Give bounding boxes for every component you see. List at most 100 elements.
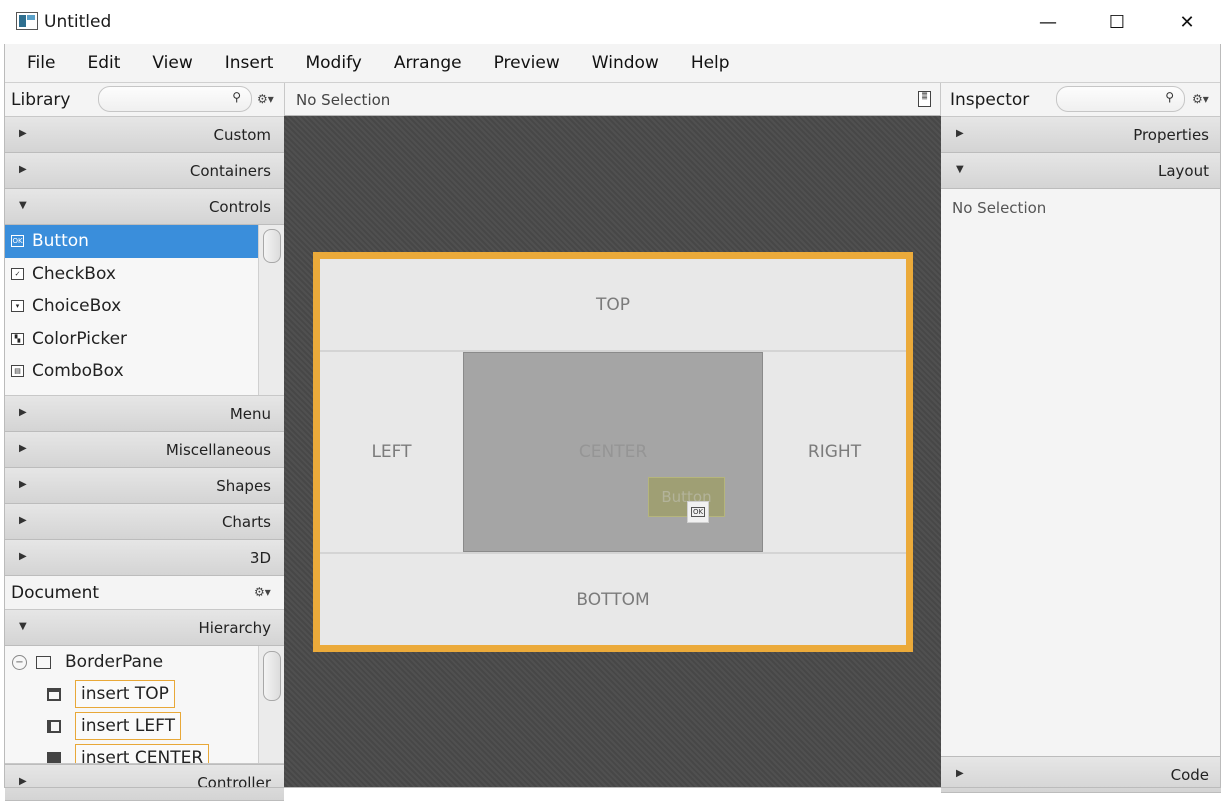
insert-top-label: insert TOP (75, 680, 175, 708)
section-hierarchy[interactable]: ▼ Hierarchy (5, 610, 284, 646)
section-label: Properties (1133, 126, 1209, 144)
region-left[interactable]: LEFT (320, 352, 463, 552)
section-menu[interactable]: ▶ Menu (5, 396, 284, 432)
region-center[interactable]: CENTER (463, 352, 763, 552)
section-charts[interactable]: ▶ Charts (5, 504, 284, 540)
section-label: Hierarchy (198, 619, 271, 637)
menu-insert[interactable]: Insert (209, 53, 290, 73)
expanded-arrow-icon: ▼ (956, 164, 964, 175)
maximize-button[interactable]: ☐ (1082, 0, 1152, 44)
section-3d[interactable]: ▶ 3D (5, 540, 284, 576)
menu-file[interactable]: File (4, 53, 71, 73)
collapse-icon[interactable]: − (12, 654, 27, 670)
document-header: Document ⚙▾ (5, 576, 284, 610)
document-title: Document (11, 582, 100, 603)
colorpicker-control-icon: ▚ (11, 332, 24, 345)
inspector-header: Inspector ⚲ ⚙▾ (941, 83, 1221, 117)
section-miscellaneous[interactable]: ▶ Miscellaneous (5, 432, 284, 468)
document-icon[interactable]: ≡ ≡ (918, 90, 931, 107)
minimize-button[interactable]: — (1013, 0, 1083, 44)
section-controls[interactable]: ▼ Controls (5, 189, 284, 225)
list-item-label: ComboBox (32, 361, 124, 382)
tree-item-borderpane[interactable]: − BorderPane (5, 646, 284, 678)
choicebox-control-icon: ▾ (11, 300, 24, 313)
menu-help[interactable]: Help (675, 53, 746, 73)
collapsed-arrow-icon: ▶ (956, 128, 964, 139)
center-region-icon (47, 751, 61, 763)
title-bar: Untitled — ☐ ✕ (0, 0, 1225, 44)
expanded-arrow-icon: ▼ (19, 621, 27, 632)
top-region-icon (47, 687, 61, 701)
section-label: Layout (1158, 162, 1209, 180)
library-search-input[interactable]: ⚲ (98, 86, 252, 112)
menu-window[interactable]: Window (576, 53, 675, 73)
list-item-checkbox[interactable]: ✓ CheckBox (5, 258, 259, 291)
menu-preview[interactable]: Preview (478, 53, 576, 73)
controls-scrollbar[interactable] (258, 225, 284, 395)
menu-view[interactable]: View (136, 53, 208, 73)
section-properties[interactable]: ▶ Properties (941, 117, 1221, 153)
drag-cursor-icon: OK (687, 501, 709, 523)
inspector-search-input[interactable]: ⚲ (1056, 86, 1185, 112)
tree-item-insert-left[interactable]: insert LEFT (5, 710, 284, 742)
library-title: Library (11, 89, 71, 110)
list-item-colorpicker[interactable]: ▚ ColorPicker (5, 323, 259, 356)
region-top[interactable]: TOP (320, 259, 906, 352)
inspector-title: Inspector (950, 89, 1030, 110)
list-item-combobox[interactable]: ▤ ComboBox (5, 355, 259, 388)
expanded-arrow-icon: ▼ (19, 200, 27, 211)
library-settings-icon[interactable]: ⚙▾ (257, 92, 274, 106)
menu-edit[interactable]: Edit (71, 53, 136, 73)
borderpane-preview[interactable]: TOP LEFT CENTER RIGHT BOTTOM Button OK (313, 252, 913, 652)
right-panel: Inspector ⚲ ⚙▾ ▶ Properties ▼ Layout No … (941, 83, 1221, 793)
search-icon: ⚲ (232, 90, 241, 104)
document-settings-icon[interactable]: ⚙▾ (254, 585, 271, 599)
close-button[interactable]: ✕ (1152, 0, 1222, 44)
minimize-icon: — (1039, 11, 1057, 33)
section-label: Charts (221, 513, 271, 531)
tree-item-label: BorderPane (65, 652, 164, 672)
scroll-thumb[interactable] (263, 229, 281, 263)
search-icon: ⚲ (1165, 90, 1174, 104)
region-bottom[interactable]: BOTTOM (320, 552, 906, 645)
collapsed-arrow-icon: ▶ (19, 407, 27, 418)
tree-item-insert-top[interactable]: insert TOP (5, 678, 284, 710)
list-item-button[interactable]: OK Button (5, 225, 259, 258)
list-item-label: ChoiceBox (32, 296, 122, 317)
scroll-thumb[interactable] (263, 651, 281, 701)
combobox-control-icon: ▤ (11, 365, 24, 378)
inspector-settings-icon[interactable]: ⚙▾ (1192, 92, 1209, 106)
window-title: Untitled (44, 12, 112, 32)
section-containers[interactable]: ▶ Containers (5, 153, 284, 189)
section-label: Menu (229, 405, 271, 423)
selection-bar: No Selection ≡ ≡ (284, 83, 941, 116)
collapsed-arrow-icon: ▶ (956, 768, 964, 779)
section-code[interactable]: ▶ Code (941, 756, 1221, 793)
menu-bar: File Edit View Insert Modify Arrange Pre… (4, 44, 1221, 83)
controls-list: OK Button ✓ CheckBox ▾ ChoiceBox ▚ Color… (5, 225, 284, 396)
section-shapes[interactable]: ▶ Shapes (5, 468, 284, 504)
section-controller[interactable]: ▶ Controller (5, 764, 284, 801)
region-right[interactable]: RIGHT (763, 352, 906, 552)
collapsed-arrow-icon: ▶ (19, 515, 27, 526)
menu-arrange[interactable]: Arrange (378, 53, 478, 73)
list-item-choicebox[interactable]: ▾ ChoiceBox (5, 290, 259, 323)
section-label: Shapes (216, 477, 271, 495)
section-label: Controller (197, 774, 271, 792)
close-icon: ✕ (1179, 11, 1195, 33)
borderpane-icon (36, 655, 51, 669)
hierarchy-scrollbar[interactable] (258, 646, 284, 763)
menu-modify[interactable]: Modify (289, 53, 377, 73)
insert-center-label: insert CENTER (75, 744, 210, 763)
collapsed-arrow-icon: ▶ (19, 164, 27, 175)
inspector-no-selection: No Selection (952, 199, 1047, 217)
section-label: Custom (213, 126, 271, 144)
tree-item-insert-center[interactable]: insert CENTER (5, 742, 284, 763)
collapsed-arrow-icon: ▶ (19, 128, 27, 139)
section-custom[interactable]: ▶ Custom (5, 117, 284, 153)
inspector-content: No Selection (941, 189, 1221, 756)
section-label: 3D (249, 549, 271, 567)
list-item-label: Button (32, 231, 89, 252)
section-layout[interactable]: ▼ Layout (941, 153, 1221, 189)
section-label: Code (1170, 766, 1209, 784)
